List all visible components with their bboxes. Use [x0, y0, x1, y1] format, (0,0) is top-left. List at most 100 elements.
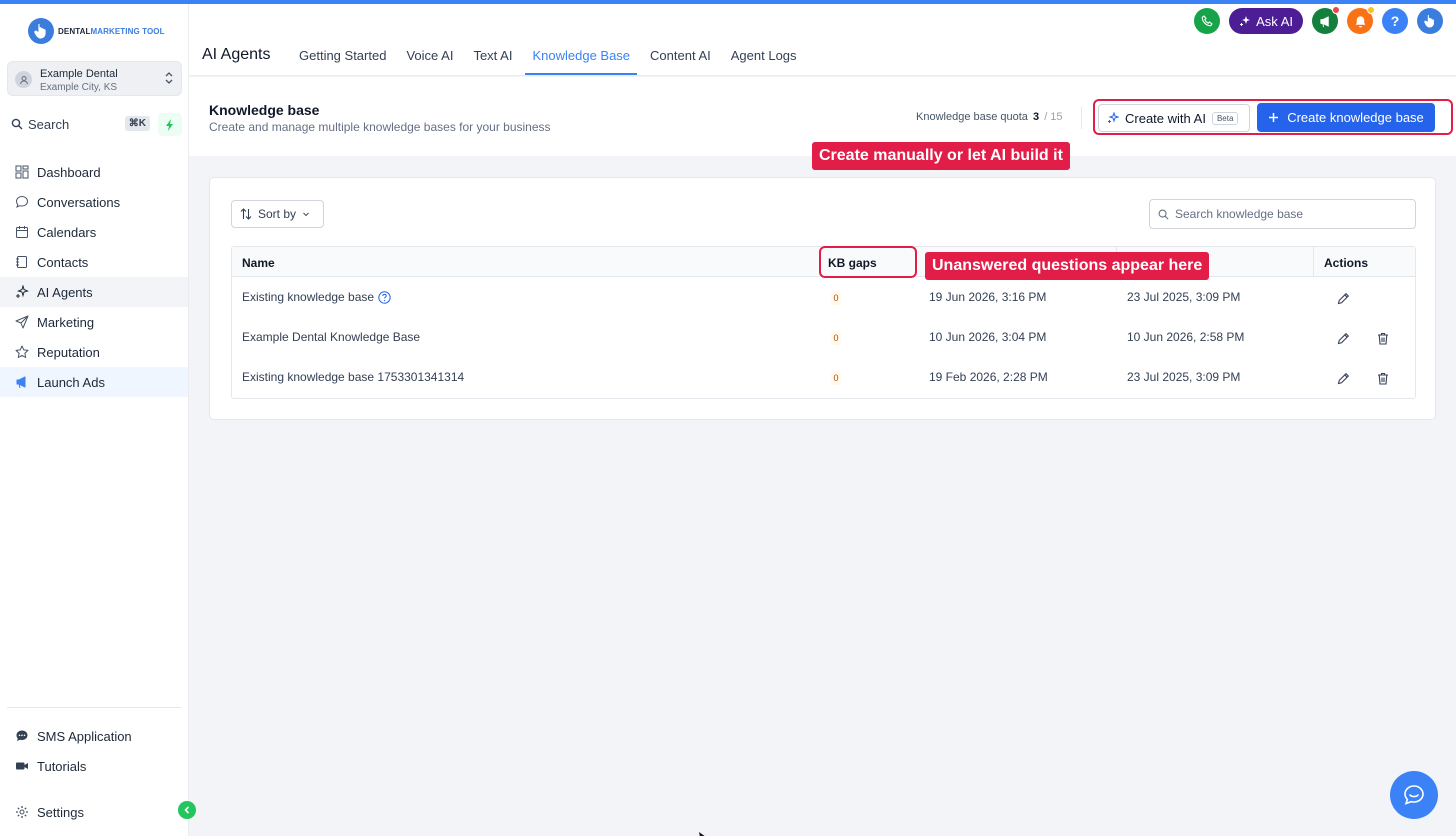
trash-icon	[1378, 372, 1388, 385]
sidebar-item-reputation[interactable]: Reputation	[0, 337, 188, 367]
sparkle-icon	[16, 285, 29, 298]
brand-logo[interactable]: DENTALMARKETING TOOL	[28, 18, 165, 44]
table-header: Name KB gaps Actions	[232, 247, 1415, 277]
tab-text-ai[interactable]: Text AI	[466, 40, 519, 76]
search-shortcut: ⌘K	[124, 116, 150, 131]
notifications-button[interactable]	[1347, 6, 1375, 34]
sidebar-item-label: Settings	[37, 804, 84, 820]
table-row[interactable]: Example Dental Knowledge Base 0 10 Jun 2…	[232, 318, 1415, 358]
sidebar-item-marketing[interactable]: Marketing	[0, 307, 188, 337]
announcements-button[interactable]	[1312, 6, 1340, 34]
table-row[interactable]: Existing knowledge base 0 19 Jun 2026, 3…	[232, 278, 1415, 318]
user-menu-button[interactable]	[1417, 8, 1443, 34]
star-icon	[15, 345, 29, 358]
kb-search-field[interactable]	[1149, 199, 1416, 229]
sort-by-dropdown[interactable]: Sort by	[231, 200, 324, 228]
tab-getting-started[interactable]: Getting Started	[292, 40, 393, 76]
tab-content-ai[interactable]: Content AI	[643, 40, 718, 76]
kb-created-date: 23 Jul 2025, 3:09 PM	[1127, 290, 1241, 304]
chat-support-icon	[1404, 785, 1424, 805]
search-icon	[1158, 209, 1169, 219]
help-circle-icon[interactable]	[378, 290, 391, 304]
kb-name: Example Dental Knowledge Base	[242, 330, 421, 344]
kb-updated-date: 10 Jun 2026, 3:04 PM	[929, 330, 1047, 344]
sidebar-item-settings[interactable]: Settings	[0, 797, 188, 827]
question-icon: ?	[1390, 13, 1400, 29]
ask-ai-button[interactable]: Ask AI	[1229, 8, 1303, 34]
account-switcher[interactable]: Example Dental Example City, KS	[7, 61, 182, 96]
sidebar-item-label: Reputation	[37, 344, 100, 360]
sidebar-item-label: Calendars	[37, 224, 97, 240]
sidebar-item-tutorials[interactable]: Tutorials	[0, 751, 188, 781]
sidebar-search-label: Search	[28, 117, 70, 132]
sidebar-nav: Dashboard Conversations Calendars Contac…	[0, 157, 188, 397]
chat-widget-button[interactable]	[1390, 771, 1438, 819]
tab-agent-logs[interactable]: Agent Logs	[724, 40, 804, 76]
kb-updated-date: 19 Jun 2026, 3:16 PM	[929, 290, 1047, 304]
send-icon	[15, 315, 29, 329]
header-actions: Ask AI ?	[1194, 6, 1443, 34]
create-with-ai-label: Create with AI	[1125, 110, 1206, 126]
column-actions: Actions	[1324, 256, 1369, 270]
top-accent-bar	[0, 0, 1456, 4]
quota-divider	[1081, 107, 1082, 129]
page-title: AI Agents	[202, 46, 271, 63]
edit-button[interactable]	[1335, 330, 1351, 346]
create-with-ai-button[interactable]: Create with AI Beta	[1098, 104, 1250, 132]
kb-name-cell: Existing knowledge base	[242, 290, 391, 304]
sidebar-item-label: Dashboard	[37, 164, 101, 180]
chevron-down-icon	[303, 212, 309, 217]
section-subtitle: Create and manage multiple knowledge bas…	[209, 120, 551, 134]
delete-button[interactable]	[1375, 330, 1391, 346]
tab-knowledge-base[interactable]: Knowledge Base	[525, 40, 637, 76]
help-button[interactable]: ?	[1382, 8, 1408, 34]
mouse-cursor-icon	[699, 828, 707, 836]
kb-search-input[interactable]	[1175, 207, 1405, 221]
quota-label: Knowledge base quota	[916, 111, 1028, 123]
sidebar-item-label: AI Agents	[37, 284, 93, 300]
pencil-icon	[1337, 332, 1349, 344]
quota-used: 3	[1033, 111, 1040, 123]
sidebar-item-contacts[interactable]: Contacts	[0, 247, 188, 277]
app-header: AI Agents Getting Started Voice AI Text …	[189, 4, 1456, 76]
create-knowledge-base-label: Create knowledge base	[1287, 110, 1424, 125]
column-kb-gaps[interactable]: KB gaps	[828, 256, 877, 270]
sidebar-item-label: Conversations	[37, 194, 121, 210]
kb-name: Existing knowledge base	[242, 290, 375, 304]
sort-icon	[240, 208, 252, 220]
beta-badge: Beta	[1211, 111, 1239, 125]
collapse-sidebar-button[interactable]	[178, 801, 196, 819]
phone-icon	[1201, 15, 1213, 27]
trash-icon	[1378, 332, 1388, 345]
edit-button[interactable]	[1335, 370, 1351, 386]
sidebar-bottom-nav: SMS Application Tutorials	[0, 721, 188, 781]
notification-dot	[1367, 6, 1375, 14]
quick-actions-button[interactable]	[158, 113, 182, 136]
tab-voice-ai[interactable]: Voice AI	[399, 40, 460, 76]
create-knowledge-base-button[interactable]: Create knowledge base	[1257, 103, 1435, 132]
kb-gaps-badge: 0	[831, 291, 841, 305]
sidebar-search[interactable]: Search ⌘K	[9, 113, 150, 135]
column-name[interactable]: Name	[242, 256, 275, 270]
brand-name: DENTALMARKETING TOOL	[58, 26, 165, 36]
sidebar-item-sms-application[interactable]: SMS Application	[0, 721, 188, 751]
sidebar-item-calendars[interactable]: Calendars	[0, 217, 188, 247]
video-icon	[16, 762, 28, 770]
column-divider	[1313, 247, 1314, 277]
sidebar-item-launch-ads[interactable]: Launch Ads	[0, 367, 188, 397]
sort-by-label: Sort by	[258, 207, 297, 221]
megaphone-icon	[16, 376, 26, 389]
delete-button[interactable]	[1375, 370, 1391, 386]
edit-button[interactable]	[1335, 290, 1351, 306]
sidebar-item-ai-agents[interactable]: AI Agents	[0, 277, 188, 307]
gear-icon	[16, 806, 28, 818]
sidebar-item-dashboard[interactable]: Dashboard	[0, 157, 188, 187]
location-avatar-icon	[15, 71, 32, 88]
callout-kb-gaps: Unanswered questions appear here	[925, 252, 1210, 280]
sms-icon	[16, 730, 28, 741]
sidebar-item-conversations[interactable]: Conversations	[0, 187, 188, 217]
table-row[interactable]: Existing knowledge base 1753301341314 0 …	[232, 358, 1415, 398]
sidebar-item-label: Launch Ads	[37, 374, 105, 390]
phone-button[interactable]	[1194, 8, 1221, 34]
kb-updated-date: 19 Feb 2026, 2:28 PM	[929, 370, 1048, 384]
